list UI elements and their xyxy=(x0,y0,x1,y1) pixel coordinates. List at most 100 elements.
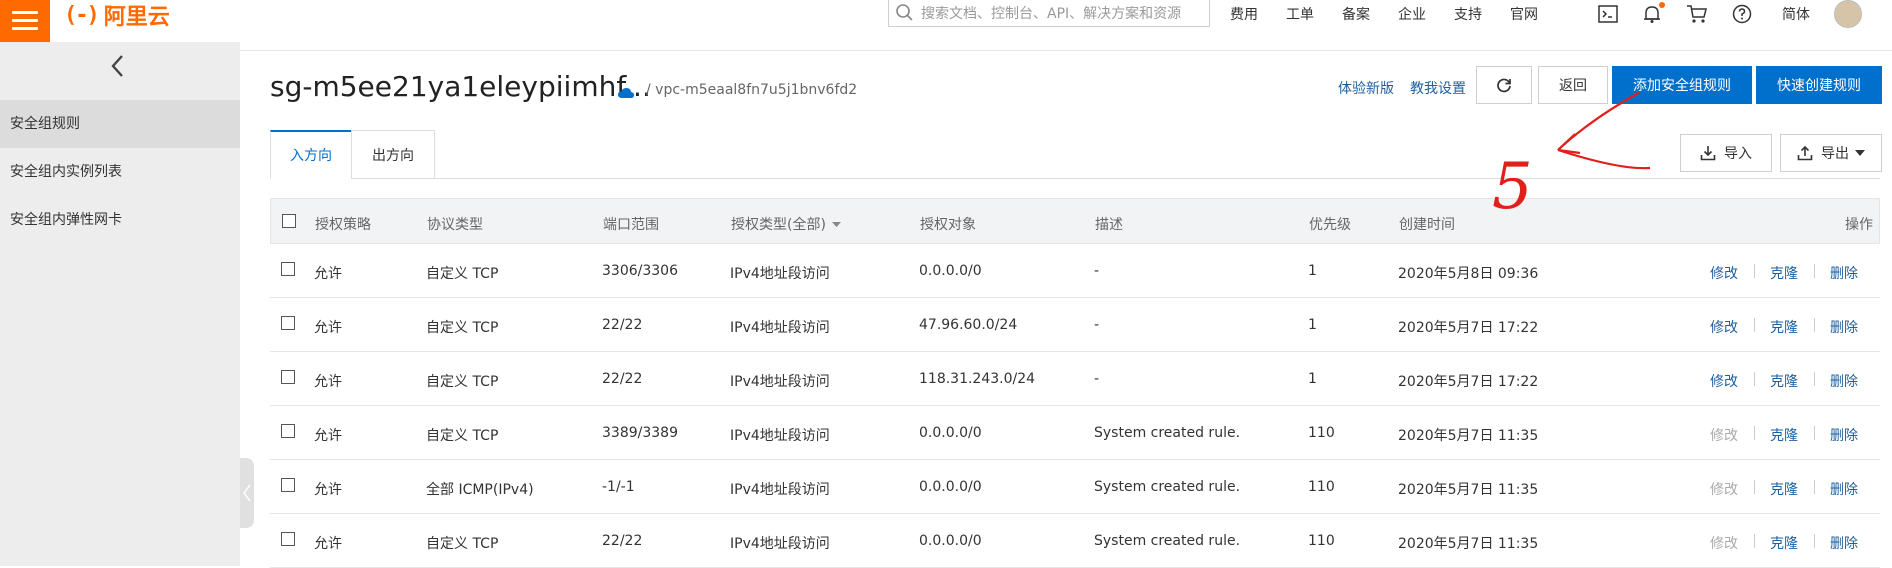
cell-object: 0.0.0.0/0 xyxy=(919,263,982,279)
col-policy: 授权策略 xyxy=(315,217,371,233)
cell-created: 2020年5月7日 17:22 xyxy=(1398,374,1539,390)
cell-created: 2020年5月7日 11:35 xyxy=(1398,482,1539,498)
cell-description: - xyxy=(1094,371,1100,387)
cell-object: 0.0.0.0/0 xyxy=(919,533,982,549)
action-divider xyxy=(1754,264,1755,278)
cell-object: 0.0.0.0/0 xyxy=(919,479,982,495)
logo[interactable]: (-) 阿里云 xyxy=(64,0,170,31)
sidebar-item-instances[interactable]: 安全组内实例列表 xyxy=(0,148,240,196)
search-icon xyxy=(896,4,913,21)
cell-policy: 允许 xyxy=(314,536,342,552)
menu-icon[interactable] xyxy=(0,0,50,42)
sidebar-collapse-handle[interactable] xyxy=(240,458,254,528)
cell-description: - xyxy=(1094,317,1100,333)
edit-link[interactable]: 修改 xyxy=(1710,263,1738,283)
delete-link[interactable]: 删除 xyxy=(1830,479,1858,499)
clone-link[interactable]: 克隆 xyxy=(1770,263,1798,283)
cell-description: System created rule. xyxy=(1094,533,1241,549)
col-protocol: 协议类型 xyxy=(427,217,483,233)
tab-outbound[interactable]: 出方向 xyxy=(351,130,435,179)
col-priority: 优先级 xyxy=(1309,217,1351,233)
delete-link[interactable]: 删除 xyxy=(1830,533,1858,553)
edit-link: 修改 xyxy=(1710,482,1738,498)
back-chevron-icon[interactable] xyxy=(110,54,126,82)
col-created: 创建时间 xyxy=(1399,217,1455,233)
edit-link: 修改 xyxy=(1710,428,1738,444)
export-button[interactable]: 导出 xyxy=(1780,134,1882,172)
search-placeholder: 搜索文档、控制台、API、解决方案和资源 xyxy=(921,6,1182,22)
sidebar-item-rules[interactable]: 安全组规则 xyxy=(0,100,240,148)
import-button[interactable]: 导入 xyxy=(1680,134,1772,172)
row-checkbox[interactable] xyxy=(281,370,295,384)
cell-port: 3306/3306 xyxy=(602,263,678,279)
cell-created: 2020年5月7日 17:22 xyxy=(1398,320,1539,336)
cell-policy: 允许 xyxy=(314,374,342,390)
clone-link[interactable]: 克隆 xyxy=(1770,317,1798,337)
cell-created: 2020年5月7日 11:35 xyxy=(1398,428,1539,444)
delete-link[interactable]: 删除 xyxy=(1830,425,1858,445)
sidebar-item-enis[interactable]: 安全组内弹性网卡 xyxy=(0,196,240,244)
logo-mark: (-) xyxy=(64,2,100,28)
col-object: 授权对象 xyxy=(920,217,976,233)
tab-inbound[interactable]: 入方向 xyxy=(270,130,352,179)
row-checkbox[interactable] xyxy=(281,424,295,438)
cell-auth-type: IPv4地址段访问 xyxy=(730,536,830,552)
search-input[interactable]: 搜索文档、控制台、API、解决方案和资源 xyxy=(888,0,1210,27)
nav-support[interactable]: 支持 xyxy=(1454,4,1482,24)
select-all-checkbox[interactable] xyxy=(282,214,296,228)
row-checkbox[interactable] xyxy=(281,262,295,276)
avatar[interactable] xyxy=(1834,0,1862,28)
cart-icon[interactable] xyxy=(1686,4,1708,24)
clone-link[interactable]: 克隆 xyxy=(1770,533,1798,553)
action-divider xyxy=(1814,318,1815,332)
help-icon[interactable] xyxy=(1732,4,1752,24)
terminal-icon[interactable] xyxy=(1598,5,1618,23)
help-setup-link[interactable]: 教我设置 xyxy=(1410,78,1466,98)
language-switch[interactable]: 简体 xyxy=(1782,4,1810,24)
nav-ticket[interactable]: 工单 xyxy=(1286,4,1314,24)
bell-icon[interactable] xyxy=(1642,2,1665,24)
clone-link[interactable]: 克隆 xyxy=(1770,479,1798,499)
chevron-left-icon xyxy=(243,484,251,502)
clone-link[interactable]: 克隆 xyxy=(1770,425,1798,445)
top-icons: 简体 xyxy=(1598,0,1862,28)
notification-dot xyxy=(1659,2,1665,8)
quick-create-rule-button[interactable]: 快速创建规则 xyxy=(1756,66,1882,104)
caret-down-icon xyxy=(1855,150,1865,156)
delete-link[interactable]: 删除 xyxy=(1830,317,1858,337)
table-row: 允许 自定义 TCP 3389/3389 IPv4地址段访问 0.0.0.0/0… xyxy=(270,406,1880,460)
edit-link[interactable]: 修改 xyxy=(1710,371,1738,391)
col-actions: 操作 xyxy=(1845,217,1873,233)
vpc-id[interactable]: / vpc-m5eaal8fn7u5j1bnv6fd2 xyxy=(646,82,857,98)
cell-priority: 110 xyxy=(1308,479,1335,495)
nav-official-site[interactable]: 官网 xyxy=(1510,4,1538,24)
delete-link[interactable]: 删除 xyxy=(1830,371,1858,391)
row-checkbox[interactable] xyxy=(281,532,295,546)
table-row: 允许 自定义 TCP 22/22 IPv4地址段访问 47.96.60.0/24… xyxy=(270,298,1880,352)
col-auth-type-filter[interactable]: 授权类型(全部) xyxy=(731,214,841,234)
cell-policy: 允许 xyxy=(314,266,342,282)
clone-link[interactable]: 克隆 xyxy=(1770,371,1798,391)
nav-enterprise[interactable]: 企业 xyxy=(1398,4,1426,24)
cell-protocol: 自定义 TCP xyxy=(426,374,499,390)
import-icon xyxy=(1700,146,1716,161)
nav-billing[interactable]: 费用 xyxy=(1230,4,1258,24)
cell-policy: 允许 xyxy=(314,428,342,444)
edit-link[interactable]: 修改 xyxy=(1710,317,1738,337)
try-new-version-link[interactable]: 体验新版 xyxy=(1338,78,1394,98)
cell-priority: 1 xyxy=(1308,317,1317,333)
action-divider xyxy=(1814,534,1815,548)
cell-auth-type: IPv4地址段访问 xyxy=(730,320,830,336)
import-label: 导入 xyxy=(1724,146,1752,162)
cloud-icon xyxy=(618,84,634,103)
cell-auth-type: IPv4地址段访问 xyxy=(730,374,830,390)
cell-priority: 1 xyxy=(1308,263,1317,279)
logo-text: 阿里云 xyxy=(103,5,170,30)
delete-link[interactable]: 删除 xyxy=(1830,263,1858,283)
cell-protocol: 自定义 TCP xyxy=(426,320,499,336)
cell-protocol: 自定义 TCP xyxy=(426,536,499,552)
action-divider xyxy=(1754,318,1755,332)
row-checkbox[interactable] xyxy=(281,316,295,330)
row-checkbox[interactable] xyxy=(281,478,295,492)
nav-filing[interactable]: 备案 xyxy=(1342,4,1370,24)
